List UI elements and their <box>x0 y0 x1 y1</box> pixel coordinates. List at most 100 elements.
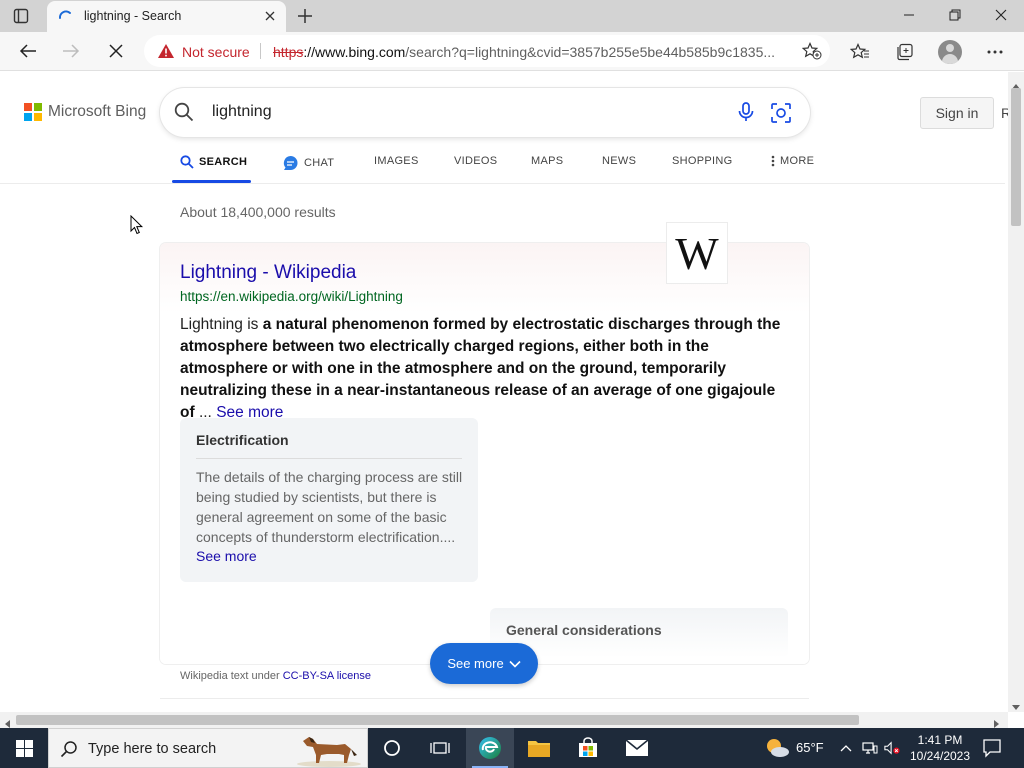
see-more-button-label: See more <box>447 656 504 671</box>
snippet-plain: Lightning is <box>180 316 263 333</box>
taskbar-search-icon <box>60 740 78 763</box>
microsoft-store-icon[interactable] <box>564 728 612 768</box>
cortana-icon[interactable] <box>368 728 416 768</box>
add-favorite-icon[interactable] <box>801 42 822 65</box>
search-scope-icon <box>180 155 194 169</box>
tab-shopping-label: SHOPPING <box>672 155 733 167</box>
sign-in-button[interactable]: Sign in <box>920 97 994 129</box>
electrification-card[interactable]: Electrification The details of the charg… <box>180 418 478 582</box>
result-snippet: Lightning is a natural phenomenon formed… <box>180 314 792 424</box>
tab-shopping[interactable]: SHOPPING <box>672 155 732 167</box>
vertical-scrollbar[interactable] <box>1008 72 1024 712</box>
windows-start-icon[interactable] <box>0 728 48 768</box>
weather-icon[interactable] <box>764 737 790 759</box>
weather-temperature[interactable]: 65°F <box>796 740 824 755</box>
search-icon[interactable] <box>174 102 194 127</box>
tab-videos-label: VIDEOS <box>454 155 498 167</box>
network-icon[interactable] <box>862 740 878 756</box>
collections-icon[interactable] <box>893 40 917 64</box>
taskbar-search-box[interactable]: Type here to search <box>48 728 368 768</box>
address-bar[interactable]: Not secure https://www.bing.com/search?q… <box>144 35 830 67</box>
not-secure-label[interactable]: Not secure <box>182 44 250 60</box>
forward-button[interactable] <box>57 38 85 64</box>
tab-maps[interactable]: MAPS <box>531 155 563 167</box>
mouse-pointer-icon <box>130 214 144 240</box>
microsoft-logo-icon <box>24 103 42 121</box>
active-tab-indicator <box>172 180 251 183</box>
system-clock[interactable]: 1:41 PM 10/24/2023 <box>904 732 976 764</box>
chat-icon <box>283 156 298 170</box>
close-window-button[interactable] <box>978 0 1024 30</box>
tab-search[interactable]: SEARCH <box>180 155 247 169</box>
visual-search-icon[interactable] <box>770 102 792 129</box>
wikipedia-logo[interactable]: W <box>666 222 728 284</box>
favorites-icon[interactable] <box>848 40 872 64</box>
tab-chat-label: CHAT <box>304 157 335 169</box>
see-more-button[interactable]: See more <box>430 643 538 684</box>
next-result-divider <box>160 698 809 699</box>
url-path: /search?q=lightning&cvid=3857b255e5be44b… <box>405 44 776 60</box>
clock-date: 10/24/2023 <box>909 749 971 763</box>
license-prefix: Wikipedia text under <box>180 670 283 682</box>
notifications-icon[interactable] <box>982 738 1002 763</box>
vertical-scroll-thumb[interactable] <box>1011 88 1021 226</box>
taskbar-search-placeholder: Type here to search <box>88 741 217 757</box>
search-input[interactable]: lightning <box>212 103 272 121</box>
electrification-text: The details of the charging process are … <box>196 469 463 545</box>
stop-loading-button[interactable] <box>102 38 130 64</box>
bing-logo-text: Microsoft Bing <box>48 103 147 120</box>
bing-logo[interactable]: Microsoft Bing <box>24 103 146 121</box>
general-considerations-card[interactable]: General considerations <box>490 608 788 658</box>
show-hidden-icons-chevron-icon[interactable] <box>838 740 854 756</box>
chevron-down-icon <box>509 660 521 668</box>
result-count: About 18,400,000 results <box>180 204 336 220</box>
horizontal-scrollbar[interactable] <box>0 712 1008 728</box>
minimize-button[interactable] <box>886 0 932 30</box>
loading-spinner-icon <box>58 9 72 23</box>
result-url[interactable]: https://en.wikipedia.org/wiki/Lightning <box>180 289 403 304</box>
profile-avatar[interactable] <box>938 40 962 64</box>
address-divider <box>260 43 261 59</box>
mail-icon[interactable] <box>613 728 661 768</box>
tab-strip: lightning - Search <box>0 0 1024 32</box>
warning-icon[interactable] <box>157 43 175 64</box>
task-view-icon[interactable] <box>416 728 464 768</box>
close-tab-icon[interactable] <box>262 8 278 24</box>
tab-news-label: NEWS <box>602 155 637 167</box>
tab-news[interactable]: NEWS <box>602 155 636 167</box>
restore-button[interactable] <box>932 0 978 30</box>
electrification-heading: Electrification <box>196 432 289 448</box>
new-tab-button[interactable] <box>295 6 315 26</box>
volume-muted-icon[interactable] <box>884 740 900 756</box>
tab-images-label: IMAGES <box>374 155 419 167</box>
browser-tab-active[interactable]: lightning - Search <box>47 1 286 32</box>
electrification-see-more-link[interactable]: See more <box>196 548 257 564</box>
more-vertical-icon <box>771 155 775 167</box>
license-note: Wikipedia text under CC-BY-SA license <box>180 670 371 682</box>
taskbar: Type here to search 65°F 1:41 PM 10/24/2… <box>0 728 1024 768</box>
tab-more-label: MORE <box>780 155 815 167</box>
tab-images[interactable]: IMAGES <box>374 155 419 167</box>
settings-more-icon[interactable] <box>983 40 1007 64</box>
tab-chat[interactable]: CHAT <box>282 155 334 171</box>
tab-videos[interactable]: VIDEOS <box>454 155 497 167</box>
tab-search-label: SEARCH <box>199 156 248 168</box>
result-title-link[interactable]: Lightning - Wikipedia <box>180 262 356 284</box>
tab-maps-label: MAPS <box>531 155 564 167</box>
general-considerations-heading: General considerations <box>506 622 662 638</box>
edge-browser-icon[interactable] <box>466 728 514 768</box>
tab-title: lightning - Search <box>84 9 182 23</box>
license-link[interactable]: CC-BY-SA license <box>283 670 371 682</box>
url-text[interactable]: https://www.bing.com/search?q=lightning&… <box>273 44 793 60</box>
search-box[interactable]: lightning <box>160 88 810 137</box>
url-scheme: https <box>273 44 304 60</box>
scroll-down-arrow-icon[interactable] <box>1012 698 1020 716</box>
card-divider <box>196 458 462 459</box>
tab-more[interactable]: MORE <box>771 155 814 167</box>
horizontal-scroll-thumb[interactable] <box>16 715 859 725</box>
tab-actions-icon[interactable] <box>12 7 30 25</box>
file-explorer-icon[interactable] <box>515 728 563 768</box>
scope-tabs: SEARCH CHAT IMAGES VIDEOS MAPS NEWS SHOP… <box>0 140 1005 184</box>
microphone-icon[interactable] <box>737 102 755 127</box>
back-button[interactable] <box>14 38 42 64</box>
